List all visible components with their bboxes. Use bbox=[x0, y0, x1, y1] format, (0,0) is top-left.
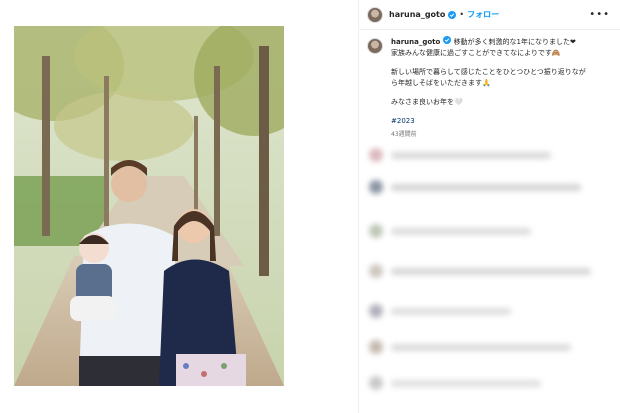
caption-line-4: ら年越しそばをいただきます🙏 bbox=[391, 79, 491, 87]
caption-line-5: みなさま良いお年を🤍 bbox=[391, 98, 463, 106]
photo-pane bbox=[0, 0, 358, 413]
caption-username[interactable]: haruna_goto bbox=[391, 38, 440, 46]
caption-avatar[interactable] bbox=[367, 38, 383, 54]
blurred-comment bbox=[369, 264, 591, 278]
header-separator: • bbox=[459, 10, 465, 19]
caption-line-3: 新しい場所で暮らして感じたことをひとつひとつ振り返りなが bbox=[391, 68, 586, 76]
family-photo-illustration bbox=[14, 26, 284, 386]
blurred-comments bbox=[363, 140, 617, 408]
hashtag-link[interactable]: #2023 bbox=[391, 116, 586, 127]
more-options-icon[interactable]: ••• bbox=[589, 9, 610, 20]
post-panel: haruna_goto • フォロー ••• haruna_goto 移動が多く… bbox=[358, 0, 620, 413]
verified-badge-icon bbox=[448, 10, 457, 19]
caption-verified-badge-icon bbox=[443, 36, 452, 44]
author-avatar[interactable] bbox=[367, 6, 383, 23]
blurred-comment bbox=[369, 224, 531, 238]
post-caption: haruna_goto 移動が多く刺激的な1年になりました❤ 家族みんな健康に過… bbox=[367, 36, 615, 140]
follow-button[interactable]: フォロー bbox=[467, 9, 499, 20]
post-header: haruna_goto • フォロー ••• bbox=[359, 0, 620, 30]
blurred-comment bbox=[369, 304, 511, 318]
post-timestamp[interactable]: 43週間前 bbox=[391, 129, 586, 140]
blurred-comment bbox=[369, 180, 581, 194]
caption-body: haruna_goto 移動が多く刺激的な1年になりました❤ 家族みんな健康に過… bbox=[391, 36, 586, 140]
author-username[interactable]: haruna_goto bbox=[389, 10, 445, 19]
blurred-comment bbox=[369, 148, 551, 162]
caption-line-2: 家族みんな健康に過ごすことができてなによりです🙈 bbox=[391, 49, 561, 57]
blurred-comment bbox=[369, 376, 541, 390]
post-photo[interactable] bbox=[14, 26, 284, 386]
caption-line-1: 移動が多く刺激的な1年になりました❤ bbox=[453, 38, 576, 46]
blurred-comment bbox=[369, 340, 571, 354]
